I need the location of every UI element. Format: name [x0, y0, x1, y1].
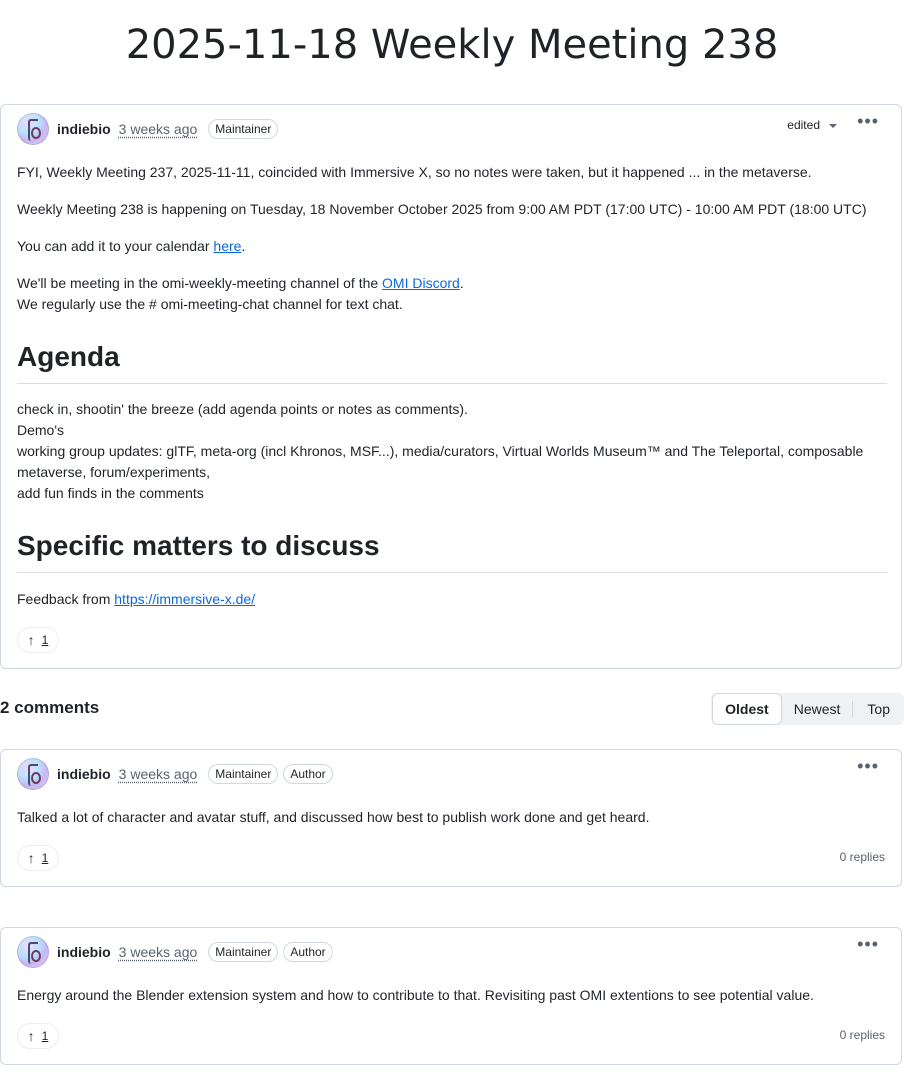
comment-header: indiebio 3 weeks ago Maintainer Author: [17, 935, 333, 969]
maintainer-badge: Maintainer: [208, 764, 279, 784]
avatar[interactable]: [17, 113, 49, 145]
upvote-button[interactable]: ↑ 1: [17, 845, 59, 871]
post-paragraph: Feedback from https://immersive-x.de/: [17, 591, 256, 607]
comment-text: Energy around the Blender extension syst…: [17, 987, 814, 1003]
author-badge: Author: [283, 764, 333, 784]
post-paragraph: We'll be meeting in the omi-weekly-meeti…: [17, 275, 464, 312]
maintainer-badge: Maintainer: [208, 119, 279, 139]
replies-count: 0 replies: [839, 1028, 885, 1042]
edited-dropdown[interactable]: edited: [787, 118, 837, 132]
avatar[interactable]: [17, 758, 49, 790]
edited-label: edited: [787, 118, 820, 132]
page-title: 2025-11-18 Weekly Meeting 238: [125, 22, 779, 68]
arrow-up-icon: ↑: [27, 1028, 35, 1044]
author-name[interactable]: indiebio: [57, 766, 111, 782]
timestamp[interactable]: 3 weeks ago: [119, 121, 198, 137]
comment: indiebio 3 weeks ago Maintainer Author •…: [0, 749, 902, 887]
author-name[interactable]: indiebio: [57, 944, 111, 960]
post-paragraph: FYI, Weekly Meeting 237, 2025-11-11, coi…: [17, 164, 812, 180]
upvote-count: 1: [41, 851, 49, 865]
comment: indiebio 3 weeks ago Maintainer Author •…: [0, 927, 902, 1065]
upvote-count: 1: [41, 633, 49, 647]
arrow-up-icon: ↑: [27, 632, 35, 648]
avatar[interactable]: [17, 936, 49, 968]
discord-link[interactable]: OMI Discord: [382, 275, 460, 291]
immersive-x-link[interactable]: https://immersive-x.de/: [114, 591, 255, 607]
more-options-icon[interactable]: •••: [857, 935, 879, 953]
matters-heading: Specific matters to discuss: [17, 530, 887, 573]
post-header: indiebio 3 weeks ago Maintainer: [17, 112, 279, 146]
comment-text: Talked a lot of character and avatar stu…: [17, 809, 650, 825]
comment-sort-tabs: Oldest Newest Top: [711, 693, 904, 725]
upvote-count: 1: [41, 1029, 49, 1043]
author-badge: Author: [283, 942, 333, 962]
replies-count: 0 replies: [839, 850, 885, 864]
sort-top-button[interactable]: Top: [853, 694, 904, 724]
upvote-button[interactable]: ↑ 1: [17, 627, 59, 653]
more-options-icon[interactable]: •••: [857, 112, 879, 130]
arrow-up-icon: ↑: [27, 850, 35, 866]
sort-oldest-button[interactable]: Oldest: [712, 693, 782, 725]
post-paragraph: You can add it to your calendar here.: [17, 238, 246, 254]
post-paragraph: Weekly Meeting 238 is happening on Tuesd…: [17, 201, 867, 217]
discussion-post: indiebio 3 weeks ago Maintainer edited •…: [0, 104, 902, 669]
agenda-heading: Agenda: [17, 341, 887, 384]
timestamp[interactable]: 3 weeks ago: [119, 766, 198, 782]
chevron-down-icon: [829, 124, 837, 128]
upvote-button[interactable]: ↑ 1: [17, 1023, 59, 1049]
more-options-icon[interactable]: •••: [857, 757, 879, 775]
agenda-list: check in, shootin' the breeze (add agend…: [17, 401, 864, 501]
calendar-link[interactable]: here: [213, 238, 241, 254]
comments-count: 2 comments: [0, 698, 100, 717]
author-name[interactable]: indiebio: [57, 121, 111, 137]
sort-newest-button[interactable]: Newest: [782, 694, 853, 724]
comment-header: indiebio 3 weeks ago Maintainer Author: [17, 757, 333, 791]
timestamp[interactable]: 3 weeks ago: [119, 944, 198, 960]
maintainer-badge: Maintainer: [208, 942, 279, 962]
